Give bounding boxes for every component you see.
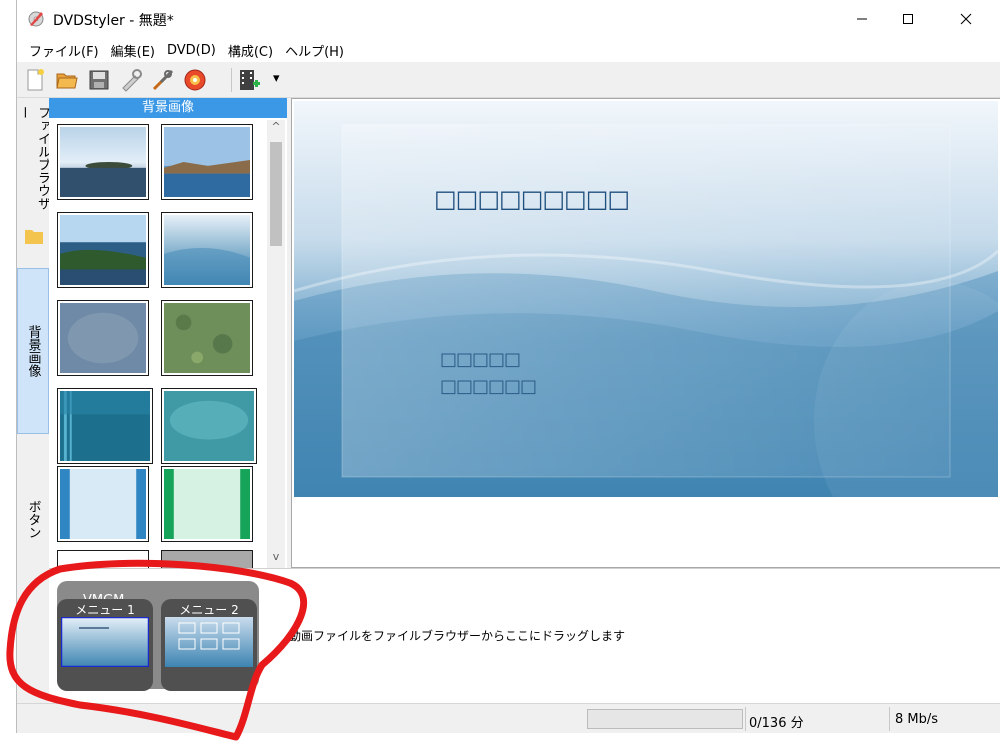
dropdown-arrow-icon[interactable]: ▾ bbox=[273, 71, 280, 86]
background-thumbnail[interactable] bbox=[57, 550, 149, 568]
title-bar: DVDStyler - 無題* bbox=[17, 0, 1000, 38]
open-folder-icon[interactable] bbox=[55, 68, 79, 92]
settings-icon[interactable] bbox=[151, 68, 175, 92]
background-thumbnail[interactable] bbox=[57, 466, 149, 542]
menu-card-1[interactable]: メニュー 1 bbox=[57, 599, 153, 691]
blue-frame-image bbox=[60, 469, 146, 539]
status-bar: 0/136 分 8 Mb/s bbox=[17, 703, 1000, 733]
background-thumbnail[interactable] bbox=[161, 124, 253, 200]
toolbar-separator bbox=[231, 68, 232, 92]
menu-card-2[interactable]: メニュー 2 bbox=[161, 599, 257, 691]
menu-file[interactable]: ファイル(F) bbox=[23, 41, 105, 60]
status-separator bbox=[745, 707, 746, 731]
menu-edit[interactable]: 編集(E) bbox=[105, 41, 161, 60]
new-file-icon[interactable] bbox=[23, 68, 47, 92]
coast-image bbox=[164, 127, 250, 197]
properties-icon[interactable] bbox=[119, 68, 143, 92]
background-thumbnail[interactable] bbox=[161, 550, 253, 568]
menu-help[interactable]: ヘルプ(H) bbox=[279, 41, 350, 60]
green-frame-image bbox=[164, 469, 250, 539]
menu-background-preview bbox=[294, 101, 998, 497]
close-icon bbox=[960, 13, 972, 25]
menu-bar: ファイル(F) 編集(E) DVD(D) 構成(C) ヘルプ(H) bbox=[17, 38, 1000, 62]
duration-status: 0/136 分 bbox=[749, 716, 804, 731]
save-icon[interactable] bbox=[87, 68, 111, 92]
panel-header: 背景画像 bbox=[49, 98, 287, 118]
menu-button-1[interactable]: □□□□□ bbox=[440, 349, 521, 370]
background-thumbnail[interactable] bbox=[161, 466, 253, 542]
sidebar-tabs: ファイルブラウザー 背景画像 ボタン bbox=[16, 98, 50, 568]
background-thumbnail[interactable] bbox=[57, 300, 149, 376]
background-thumbnail[interactable] bbox=[161, 300, 253, 376]
tab-backgrounds[interactable]: 背景画像 bbox=[17, 268, 49, 434]
minimize-icon bbox=[857, 18, 867, 20]
menu-1-thumbnail bbox=[61, 617, 149, 667]
teal-stripes-image bbox=[60, 391, 150, 461]
menu-dvd[interactable]: DVD(D) bbox=[161, 43, 222, 58]
titleset-area[interactable]: VMGM メニュー 1 メニュー 2 動画ファ bbox=[49, 568, 1000, 703]
close-button[interactable] bbox=[943, 0, 989, 38]
sea-island-image bbox=[60, 127, 146, 197]
menu-2-thumbnail bbox=[165, 617, 253, 667]
background-thumbnail[interactable] bbox=[57, 388, 153, 464]
background-thumbnail[interactable] bbox=[57, 212, 149, 288]
background-thumbnail[interactable] bbox=[161, 212, 253, 288]
maximize-button[interactable] bbox=[885, 0, 931, 38]
folder-icon bbox=[25, 230, 43, 244]
tab-buttons[interactable]: ボタン bbox=[17, 492, 49, 546]
menu-card-label: メニュー 1 bbox=[75, 603, 135, 617]
menu-preview-pane[interactable]: □□□□□□□□□ □□□□□ □□□□□□ bbox=[291, 98, 1000, 568]
maximize-icon bbox=[903, 14, 913, 24]
menu-title-text[interactable]: □□□□□□□□□ bbox=[434, 185, 630, 213]
scroll-down-button[interactable]: v bbox=[267, 548, 285, 566]
blue-wave-image bbox=[164, 215, 250, 285]
menu-configure[interactable]: 構成(C) bbox=[222, 41, 279, 60]
green-texture-image bbox=[164, 303, 250, 373]
tab-file-browser[interactable]: ファイルブラウザー bbox=[16, 106, 50, 218]
app-icon bbox=[28, 11, 44, 27]
teal-texture-image bbox=[164, 391, 254, 461]
toolbar: ▾ bbox=[17, 62, 1000, 98]
burn-disc-icon[interactable] bbox=[183, 68, 207, 92]
drag-hint-text: 動画ファイルをファイルブラウザーからここにドラッグします bbox=[289, 629, 626, 643]
thumbnail-scrollbar[interactable]: ^ v bbox=[267, 120, 285, 568]
scrollbar-thumb[interactable] bbox=[270, 142, 282, 246]
menu-button-2[interactable]: □□□□□□ bbox=[440, 376, 537, 397]
menu-card-label: メニュー 2 bbox=[179, 603, 239, 617]
backgrounds-panel: 背景画像 bbox=[49, 98, 287, 568]
dvdstyler-window: DVDStyler - 無題* ファイル(F) 編集(E) DVD(D) 構成(… bbox=[16, 0, 1000, 733]
vmgm-group: VMGM メニュー 1 メニュー 2 bbox=[57, 581, 259, 691]
scroll-up-button[interactable]: ^ bbox=[267, 118, 285, 136]
aerial-lake-image bbox=[60, 215, 146, 285]
window-title: DVDStyler - 無題* bbox=[53, 13, 174, 29]
bitrate-status: 8 Mb/s bbox=[895, 712, 939, 727]
grey-blue-texture-image bbox=[60, 303, 146, 373]
status-separator bbox=[889, 707, 890, 731]
disc-usage-progress bbox=[587, 709, 743, 729]
background-thumbnail[interactable] bbox=[161, 388, 257, 464]
add-video-icon[interactable] bbox=[237, 68, 261, 92]
background-thumbnail[interactable] bbox=[57, 124, 149, 200]
minimize-button[interactable] bbox=[839, 0, 885, 38]
